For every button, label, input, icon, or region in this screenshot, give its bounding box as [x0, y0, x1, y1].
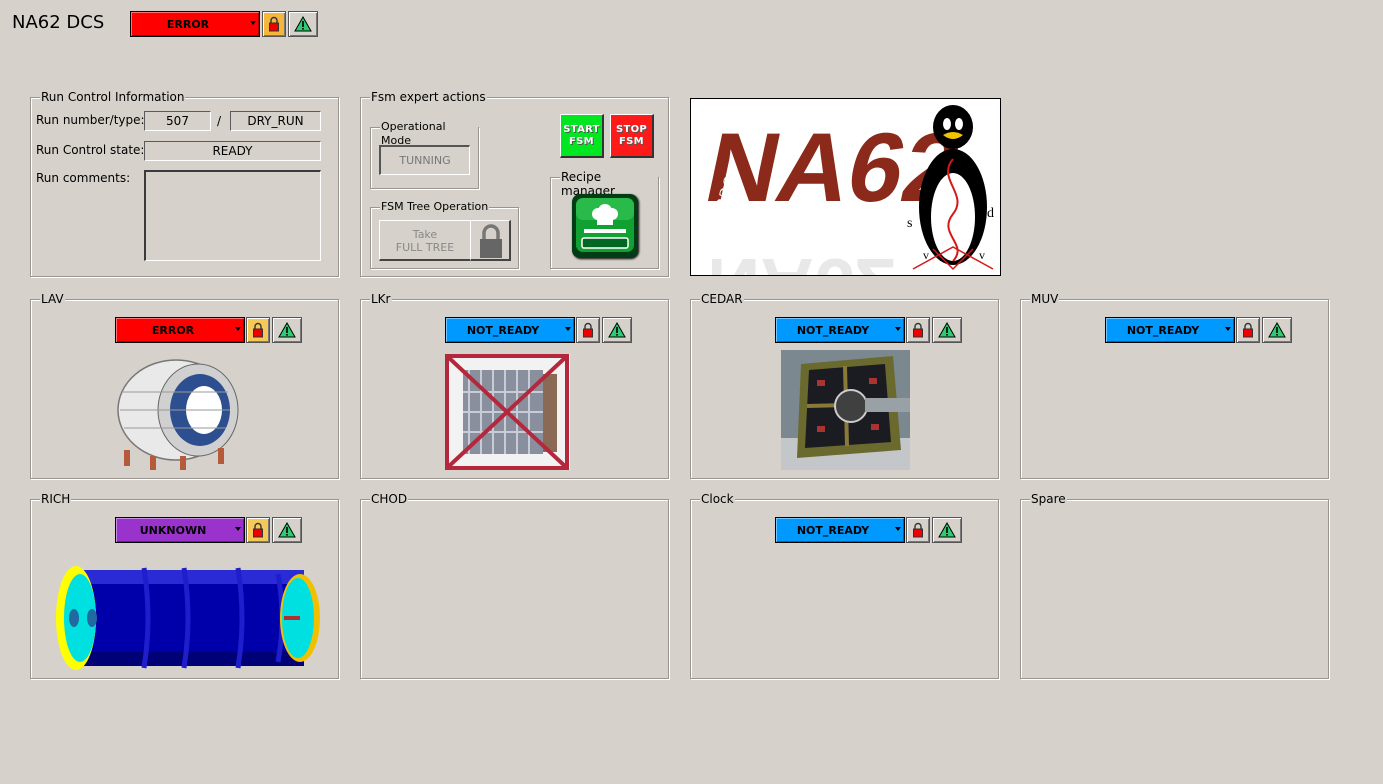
chevron-down-icon	[565, 327, 571, 331]
subsystem-title: MUV	[1030, 292, 1060, 306]
na62-logo-image: NA62 NA62 P326 s d v v	[697, 105, 994, 275]
muv-state-label: NOT_READY	[1126, 324, 1200, 337]
lkr-lock-button[interactable]	[576, 317, 600, 343]
run-state-label: Run Control state:	[36, 143, 145, 157]
fsm-tree-title: FSM Tree Operation	[380, 200, 490, 214]
lkr-warning-button[interactable]	[602, 317, 632, 343]
chef-hat-book-icon	[576, 198, 634, 252]
lav-state-combo[interactable]: ERROR	[115, 317, 245, 343]
lock-icon	[269, 16, 279, 32]
lav-detector-image	[110, 352, 242, 472]
lock-icon	[1243, 322, 1253, 338]
na62-logo: NA62 NA62 P326 s d v v	[690, 98, 1001, 276]
subsystem-title: LKr	[370, 292, 392, 306]
start-fsm-button[interactable]: START FSM	[560, 114, 604, 158]
chevron-down-icon	[235, 327, 241, 331]
app-title: NA62 DCS	[12, 12, 105, 33]
chevron-down-icon	[1225, 327, 1231, 331]
svg-text:NA62: NA62	[707, 243, 896, 275]
warning-icon	[278, 322, 296, 338]
svg-text:s: s	[907, 216, 912, 231]
run-separator: /	[217, 114, 222, 128]
svg-text:d: d	[987, 206, 994, 221]
warning-icon	[608, 322, 626, 338]
lock-icon	[253, 522, 263, 538]
chevron-down-icon	[895, 527, 901, 531]
stop-fsm-button[interactable]: STOP FSM	[610, 114, 654, 158]
top-state-label: ERROR	[166, 18, 210, 31]
operational-mode-title: Operational Mode	[380, 120, 478, 148]
warning-icon	[278, 522, 296, 538]
warning-icon	[294, 16, 312, 32]
cedar-state-label: NOT_READY	[796, 324, 870, 337]
lkr-state-label: NOT_READY	[466, 324, 540, 337]
run-state-field: READY	[144, 141, 321, 161]
rich-vessel-image	[52, 562, 322, 674]
lav-state-label: ERROR	[151, 324, 195, 337]
subsystem-title: Spare	[1030, 492, 1067, 506]
cedar-warning-button[interactable]	[932, 317, 962, 343]
lkr-calorimeter-image	[443, 352, 572, 472]
padlock-icon	[480, 224, 502, 258]
fsm-expert-title: Fsm expert actions	[370, 90, 487, 104]
subsystem-title: LAV	[40, 292, 65, 306]
muv-warning-button[interactable]	[1262, 317, 1292, 343]
run-comments-field[interactable]	[144, 170, 321, 261]
chevron-down-icon	[250, 21, 256, 25]
svg-text:v: v	[923, 248, 929, 262]
tree-lock-button[interactable]	[470, 220, 511, 261]
clock-lock-button[interactable]	[906, 517, 930, 543]
lock-icon	[913, 322, 923, 338]
clock-state-combo[interactable]: NOT_READY	[775, 517, 905, 543]
chevron-down-icon	[895, 327, 901, 331]
run-number-field: 507	[144, 111, 211, 131]
muv-lock-button[interactable]	[1236, 317, 1260, 343]
cedar-state-combo[interactable]: NOT_READY	[775, 317, 905, 343]
lkr-state-combo[interactable]: NOT_READY	[445, 317, 575, 343]
rich-warning-button[interactable]	[272, 517, 302, 543]
run-control-title: Run Control Information	[40, 90, 186, 104]
subsystem-title: CEDAR	[700, 292, 744, 306]
lock-icon	[913, 522, 923, 538]
run-number-label: Run number/type:	[36, 113, 145, 127]
chevron-down-icon	[235, 527, 241, 531]
clock-warning-button[interactable]	[932, 517, 962, 543]
muv-state-combo[interactable]: NOT_READY	[1105, 317, 1235, 343]
lav-warning-button[interactable]	[272, 317, 302, 343]
rich-state-label: UNKNOWN	[139, 524, 207, 537]
lav-lock-button[interactable]	[246, 317, 270, 343]
svg-text:v: v	[979, 248, 985, 262]
top-lock-button[interactable]	[262, 11, 286, 37]
lock-icon	[583, 322, 593, 338]
cedar-detector-image	[781, 350, 910, 470]
subsystem-title: CHOD	[370, 492, 409, 506]
top-state-combo[interactable]: ERROR	[130, 11, 260, 37]
run-comments-label: Run comments:	[36, 171, 131, 185]
rich-state-combo[interactable]: UNKNOWN	[115, 517, 245, 543]
subsystem-panel-spare: Spare	[1020, 492, 1329, 679]
clock-state-label: NOT_READY	[796, 524, 870, 537]
take-full-tree-button[interactable]: Take FULL TREE	[379, 220, 472, 261]
top-warning-button[interactable]	[288, 11, 318, 37]
warning-icon	[938, 522, 956, 538]
subsystem-title: RICH	[40, 492, 72, 506]
warning-icon	[1268, 322, 1286, 338]
recipe-manager-button[interactable]	[572, 194, 638, 258]
cedar-lock-button[interactable]	[906, 317, 930, 343]
subsystem-panel-chod: CHOD	[360, 492, 669, 679]
rich-lock-button[interactable]	[246, 517, 270, 543]
operational-mode-field[interactable]: TUNNING	[379, 145, 470, 175]
run-type-field: DRY_RUN	[230, 111, 321, 131]
warning-icon	[938, 322, 956, 338]
lock-icon	[253, 322, 263, 338]
subsystem-title: Clock	[700, 492, 735, 506]
